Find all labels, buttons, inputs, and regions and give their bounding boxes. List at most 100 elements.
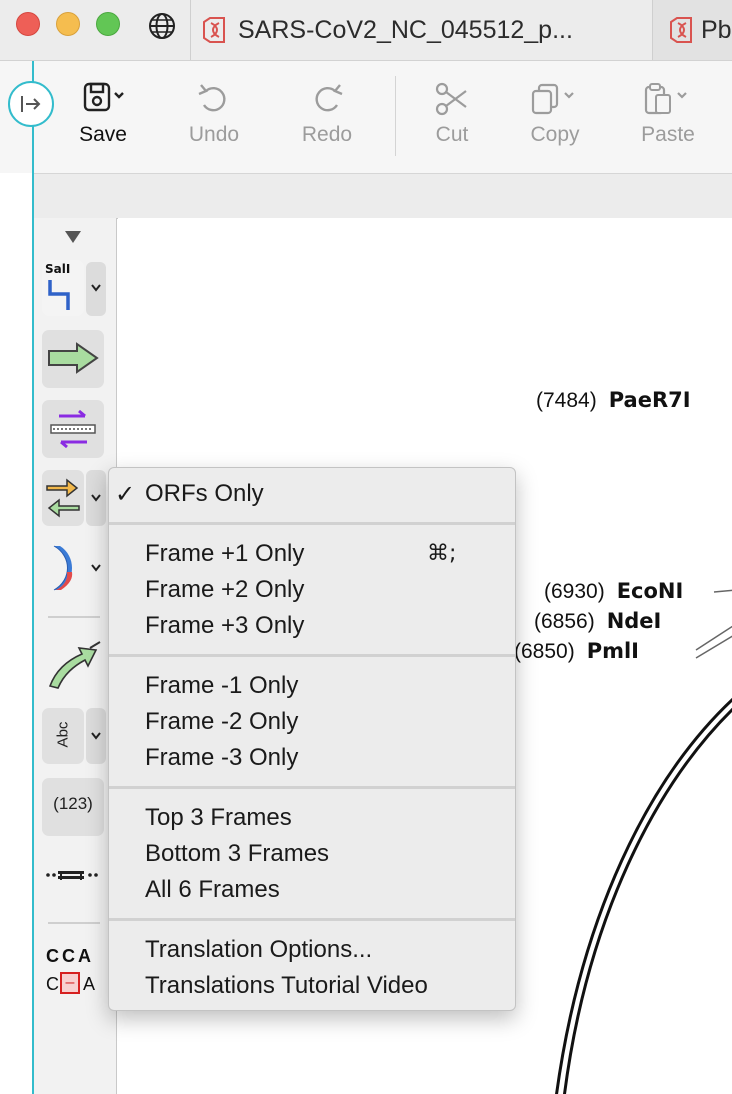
document-tab[interactable]: Pb bbox=[652, 0, 732, 60]
close-window-button[interactable] bbox=[16, 12, 40, 36]
chevron-down-icon bbox=[91, 284, 101, 292]
redo-icon bbox=[315, 84, 343, 112]
scissors-icon bbox=[435, 82, 467, 116]
arc-tool-button[interactable] bbox=[42, 540, 84, 596]
numbers-tool-label: (123) bbox=[53, 794, 93, 813]
site-position: (6850) bbox=[514, 640, 575, 663]
menu-item-frame-minus-2[interactable]: Frame -2 Only bbox=[109, 704, 515, 740]
features-tool-button[interactable] bbox=[42, 330, 104, 388]
chevron-down-icon bbox=[91, 494, 101, 502]
enzymes-dropdown-button[interactable] bbox=[86, 262, 106, 316]
enzyme-name: PmlI bbox=[586, 639, 639, 663]
menu-separator bbox=[109, 918, 515, 921]
menu-item-label: Frame -1 Only bbox=[145, 672, 299, 699]
toolbar-separator bbox=[395, 76, 396, 156]
cut-button[interactable]: Cut bbox=[407, 75, 497, 167]
menu-item-frame-minus-1[interactable]: Frame -1 Only bbox=[109, 668, 515, 704]
menu-item-label: Frame +2 Only bbox=[145, 576, 305, 603]
zoom-window-button[interactable] bbox=[96, 12, 120, 36]
enzymes-tool-button[interactable]: SalI bbox=[42, 260, 84, 316]
translations-menu: ✓ ORFs Only Frame +1 Only ⌘; Frame +2 On… bbox=[108, 467, 516, 1011]
menu-item-frame-plus-3[interactable]: Frame +3 Only bbox=[109, 608, 515, 644]
menu-item-label: ORFs Only bbox=[145, 480, 264, 507]
document-tab-active[interactable]: SARS-CoV2_NC_045512_p... bbox=[198, 0, 648, 60]
menu-item-shortcut: ⌘; bbox=[427, 541, 457, 566]
menu-separator bbox=[109, 654, 515, 657]
site-position: (6930) bbox=[544, 580, 605, 603]
undo-icon bbox=[198, 84, 226, 112]
arc-icon bbox=[53, 545, 73, 591]
menu-item-label: Translations Tutorial Video bbox=[145, 972, 428, 999]
chevron-down-icon bbox=[91, 732, 101, 740]
orfs-tool-button[interactable] bbox=[42, 470, 84, 526]
chevron-down-icon bbox=[91, 564, 101, 572]
menu-item-bottom-3-frames[interactable]: Bottom 3 Frames bbox=[109, 836, 515, 872]
globe-icon[interactable] bbox=[146, 10, 178, 42]
sequence-gap-marker: – bbox=[60, 972, 80, 994]
menu-item-label: Bottom 3 Frames bbox=[145, 840, 330, 867]
enzyme-name: EcoNI bbox=[616, 579, 684, 603]
restriction-site-label[interactable]: (6850) PmlI bbox=[514, 639, 639, 664]
redo-button-label: Redo bbox=[301, 123, 353, 146]
curved-feature-tool-button[interactable] bbox=[42, 638, 104, 694]
sequence-bottom-left: C bbox=[46, 974, 59, 994]
menu-item-label: All 6 Frames bbox=[145, 876, 280, 903]
menu-item-translations-tutorial-video[interactable]: Translations Tutorial Video bbox=[109, 968, 515, 1004]
restriction-site-label[interactable]: (6930) EcoNI bbox=[544, 579, 683, 604]
enzyme-name: NdeI bbox=[606, 609, 662, 633]
paste-icon bbox=[644, 83, 687, 115]
menu-item-top-3-frames[interactable]: Top 3 Frames bbox=[109, 800, 515, 836]
orfs-icon bbox=[46, 478, 80, 518]
menu-item-label: Top 3 Frames bbox=[145, 804, 292, 831]
document-tab-label: SARS-CoV2_NC_045512_p... bbox=[238, 15, 573, 44]
collapse-triangle-icon[interactable] bbox=[64, 230, 82, 244]
sidebar-toggle-button[interactable] bbox=[8, 81, 54, 127]
curved-arrow-icon bbox=[48, 641, 101, 689]
tab-divider bbox=[190, 0, 191, 60]
site-position: (7484) bbox=[536, 389, 597, 412]
primers-tool-button[interactable] bbox=[42, 400, 104, 458]
ruler-icon bbox=[46, 871, 98, 880]
numbers-tool-button[interactable]: (123) bbox=[42, 778, 104, 836]
menu-separator bbox=[109, 522, 515, 525]
translations-dropdown-button[interactable] bbox=[86, 470, 106, 526]
primers-icon bbox=[50, 409, 96, 449]
sequence-top-strand: CCA bbox=[46, 946, 94, 966]
text-tool-button[interactable]: Abc bbox=[42, 708, 84, 764]
cut-site-icon bbox=[48, 280, 70, 310]
menu-item-frame-plus-2[interactable]: Frame +2 Only bbox=[109, 572, 515, 608]
arc-dropdown-button[interactable] bbox=[86, 544, 106, 592]
menu-item-frame-plus-1[interactable]: Frame +1 Only ⌘; bbox=[109, 536, 515, 572]
copy-icon bbox=[531, 83, 574, 115]
sequence-bottom-right: A bbox=[83, 974, 96, 994]
ruler-tool-button[interactable] bbox=[42, 850, 104, 900]
paste-button[interactable]: Paste bbox=[623, 75, 713, 167]
menu-item-all-6-frames[interactable]: All 6 Frames bbox=[109, 872, 515, 908]
menu-separator bbox=[109, 786, 515, 789]
menu-item-label: Frame -2 Only bbox=[145, 708, 299, 735]
restriction-site-label[interactable]: (7484) PaeR7I bbox=[536, 388, 691, 413]
tool-palette: SalI Abc (123) CCA C – A bbox=[34, 218, 117, 1094]
dna-file-icon bbox=[203, 17, 225, 43]
undo-button[interactable]: Undo bbox=[169, 75, 259, 167]
checkmark-icon: ✓ bbox=[115, 480, 136, 508]
menu-item-orfs-only[interactable]: ✓ ORFs Only bbox=[109, 476, 515, 512]
undo-button-label: Undo bbox=[188, 123, 240, 146]
save-button[interactable]: Save bbox=[58, 75, 148, 167]
menu-item-frame-minus-3[interactable]: Frame -3 Only bbox=[109, 740, 515, 776]
text-dropdown-button[interactable] bbox=[86, 708, 106, 764]
palette-divider bbox=[48, 616, 100, 618]
palette-divider bbox=[48, 922, 100, 924]
minimize-window-button[interactable] bbox=[56, 12, 80, 36]
restriction-site-label[interactable]: (6856) NdeI bbox=[534, 609, 661, 634]
document-tab-label: Pb bbox=[701, 15, 732, 44]
menu-item-translation-options[interactable]: Translation Options... bbox=[109, 932, 515, 968]
save-icon bbox=[83, 82, 124, 112]
enzymes-tool-label: SalI bbox=[45, 262, 71, 276]
copy-button[interactable]: Copy bbox=[510, 75, 600, 167]
redo-button[interactable]: Redo bbox=[282, 75, 372, 167]
paste-button-label: Paste bbox=[641, 123, 695, 146]
menu-item-label: Frame +3 Only bbox=[145, 612, 305, 639]
sequence-tool-button[interactable]: CCA C – A bbox=[42, 942, 104, 1002]
text-tool-label: Abc bbox=[54, 721, 72, 748]
